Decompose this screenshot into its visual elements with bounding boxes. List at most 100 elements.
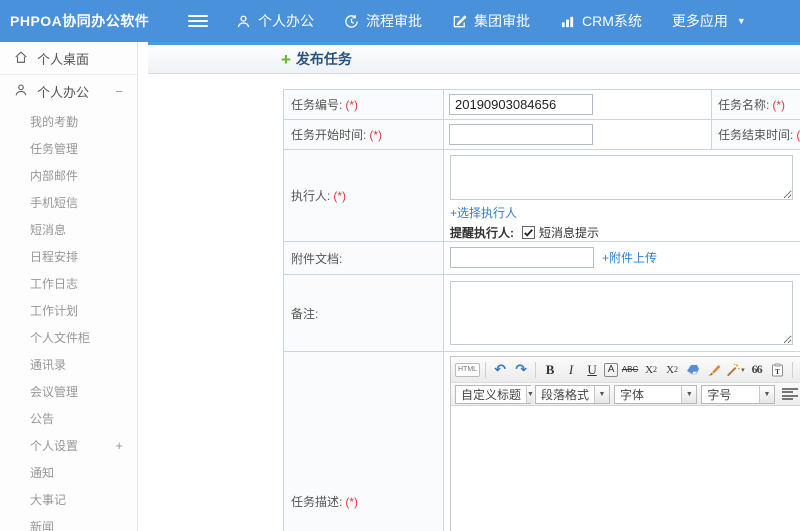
- sidebar-item-internal-mail[interactable]: 内部邮件: [0, 162, 137, 189]
- row-task-no: 任务编号: (*) 任务名称: (*): [284, 90, 800, 120]
- redo-icon[interactable]: ↷: [512, 361, 530, 379]
- toolbar-separator: [535, 361, 537, 378]
- sidebar-item-task-manage[interactable]: 任务管理: [0, 135, 137, 162]
- task-no-input[interactable]: [449, 94, 593, 115]
- italic-button[interactable]: I: [562, 361, 580, 379]
- plus-icon: +: [281, 49, 291, 69]
- blockquote-button[interactable]: 66: [748, 361, 766, 379]
- sms-remind-checkbox[interactable]: [522, 226, 535, 239]
- caret-down-icon: ▼: [736, 16, 746, 26]
- html-source-button[interactable]: HTML: [455, 362, 481, 377]
- subscript-button[interactable]: X2: [663, 361, 681, 379]
- caret-down-icon: ▼: [681, 385, 697, 403]
- sidebar-item-work-plan[interactable]: 工作计划: [0, 297, 137, 324]
- sidebar-item-attendance[interactable]: 我的考勤: [0, 108, 137, 135]
- sidebar-item-notice[interactable]: 通知: [0, 459, 137, 486]
- sidebar-item-file-cabinet[interactable]: 个人文件柜: [0, 324, 137, 351]
- sidebar-item-desktop[interactable]: 个人桌面: [0, 42, 137, 75]
- end-time-label-cell: 任务结束时间: (*): [712, 120, 800, 149]
- remind-label: 提醒执行人:: [450, 226, 514, 240]
- menu-toggle-icon[interactable]: [188, 12, 208, 30]
- choose-executor-link[interactable]: +选择执行人: [450, 206, 517, 220]
- expand-icon[interactable]: +: [115, 438, 123, 453]
- clock-icon: [344, 14, 359, 29]
- paste-icon[interactable]: T: [769, 361, 787, 379]
- attachment-input[interactable]: [450, 247, 594, 268]
- description-label-cell: 任务描述: (*): [284, 352, 444, 531]
- edit-icon: [452, 14, 467, 29]
- sidebar-item-contacts[interactable]: 通讯录: [0, 351, 137, 378]
- nav-workflow-approval[interactable]: 流程审批: [344, 11, 422, 31]
- remark-label-cell: 备注:: [284, 275, 444, 351]
- executor-textarea[interactable]: [450, 155, 793, 200]
- sidebar-item-personal-settings[interactable]: 个人设置 +: [0, 432, 137, 459]
- sidebar-item-personal-office[interactable]: 个人办公 −: [0, 75, 137, 108]
- nav-group-approval[interactable]: 集团审批: [452, 11, 530, 31]
- description-field-cell: HTML ↶ ↷ B I U A ABC X2 X2 ▾ 66 T 自定义标题 …: [444, 352, 800, 531]
- home-icon: [14, 50, 28, 67]
- start-time-field-cell: [444, 120, 712, 149]
- custom-heading-select[interactable]: 自定义标题 ▼: [455, 384, 534, 404]
- toolbar-separator: [485, 361, 487, 378]
- nav-crm-system[interactable]: CRM系统: [560, 11, 642, 31]
- sidebar-item-news[interactable]: 新闻: [0, 513, 137, 531]
- sidebar-item-schedule[interactable]: 日程安排: [0, 243, 137, 270]
- page-header: + 发布任务: [148, 45, 800, 74]
- caret-down-icon: ▼: [526, 385, 534, 403]
- font-size-select[interactable]: 字号 ▼: [701, 384, 776, 404]
- task-no-label-cell: 任务编号: (*): [284, 90, 444, 119]
- row-start-time: 任务开始时间: (*) 任务结束时间: (*): [284, 120, 800, 150]
- sidebar-item-meeting[interactable]: 会议管理: [0, 378, 137, 405]
- paragraph-format-select[interactable]: 段落格式 ▼: [535, 384, 611, 404]
- sidebar-item-announcement[interactable]: 公告: [0, 405, 137, 432]
- start-time-input[interactable]: [449, 124, 593, 145]
- executor-label-cell: 执行人: (*): [284, 150, 444, 241]
- nav-personal-office[interactable]: 个人办公: [236, 11, 314, 31]
- person-icon: [14, 83, 28, 100]
- brush-icon[interactable]: [705, 361, 723, 379]
- bold-button[interactable]: B: [541, 361, 559, 379]
- person-icon: [236, 14, 251, 29]
- remark-textarea[interactable]: [450, 281, 793, 345]
- bar-chart-icon: [560, 14, 575, 29]
- superscript-button[interactable]: X2: [642, 361, 660, 379]
- attachment-label-cell: 附件文档:: [284, 242, 444, 274]
- required-mark: (*): [345, 494, 359, 509]
- executor-field-cell: +选择执行人 提醒执行人: 短消息提示: [444, 150, 800, 241]
- main-content: + 发布任务 任务编号: (*) 任务名称: (*) 任务开始时间: (*): [148, 42, 800, 531]
- magic-wand-icon[interactable]: ▾: [726, 361, 745, 379]
- attachment-field-cell: +附件上传: [444, 242, 800, 274]
- editor-content-area[interactable]: [451, 406, 800, 531]
- task-name-label-cell: 任务名称: (*): [712, 90, 800, 119]
- font-style-button[interactable]: A: [604, 362, 619, 377]
- attachment-upload-link[interactable]: +附件上传: [602, 249, 657, 266]
- required-mark: (*): [796, 127, 800, 142]
- required-mark: (*): [772, 97, 786, 112]
- rich-text-editor: HTML ↶ ↷ B I U A ABC X2 X2 ▾ 66 T 自定义标题 …: [450, 356, 800, 531]
- task-form: 任务编号: (*) 任务名称: (*) 任务开始时间: (*) 任务结束时间: …: [283, 89, 800, 531]
- eraser-icon[interactable]: [684, 361, 702, 379]
- task-no-field-cell: [444, 90, 712, 119]
- row-remark: 备注:: [284, 275, 800, 352]
- align-left-icon[interactable]: [782, 387, 798, 401]
- row-description: 任务描述: (*) HTML ↶ ↷ B I U A ABC X 2 X 2 ▾…: [284, 352, 800, 531]
- row-attachment: 附件文档: +附件上传: [284, 242, 800, 275]
- caret-down-icon: ▼: [759, 385, 775, 403]
- svg-text:T: T: [775, 368, 780, 376]
- underline-button[interactable]: U: [583, 361, 601, 379]
- top-navbar: PHPOA协同办公软件 个人办公 流程审批 集团审批 CRM系统 更多应用 ▼: [0, 0, 800, 42]
- sidebar-item-work-log[interactable]: 工作日志: [0, 270, 137, 297]
- undo-icon[interactable]: ↶: [491, 361, 509, 379]
- sidebar-item-sms[interactable]: 手机短信: [0, 189, 137, 216]
- strikethrough-button[interactable]: ABC: [621, 361, 639, 379]
- toolbar-separator: [791, 361, 793, 378]
- start-time-label-cell: 任务开始时间: (*): [284, 120, 444, 149]
- app-brand: PHPOA协同办公软件: [10, 13, 150, 29]
- required-mark: (*): [333, 188, 347, 203]
- remark-field-cell: [444, 275, 800, 351]
- nav-more-apps[interactable]: 更多应用 ▼: [672, 11, 746, 31]
- collapse-icon[interactable]: −: [115, 84, 123, 99]
- font-family-select[interactable]: 字体 ▼: [614, 384, 698, 404]
- sidebar-item-milestones[interactable]: 大事记: [0, 486, 137, 513]
- sidebar-item-short-message[interactable]: 短消息: [0, 216, 137, 243]
